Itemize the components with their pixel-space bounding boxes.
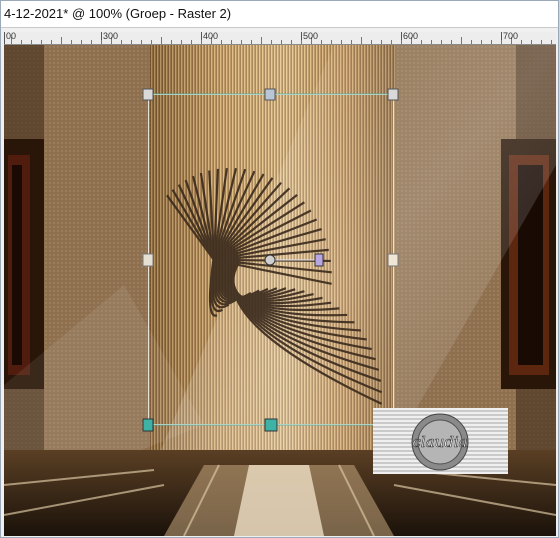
horizontal-ruler[interactable]: 00 300 400 500 600 700 (4, 32, 556, 45)
handle-bottom-left (142, 418, 154, 432)
ruler-label-600: 600 (403, 32, 419, 41)
ruler-ticks (4, 32, 552, 44)
image-canvas[interactable]: claudia (4, 45, 556, 536)
ruler-label-00: 00 (6, 32, 17, 41)
handle-bottom-center (264, 418, 278, 432)
ruler-label-500: 500 (303, 32, 319, 41)
handle-middle-left (142, 253, 154, 267)
title-bar[interactable]: 4-12-2021* @ 100% (Groep - Raster 2) (1, 1, 558, 28)
rotation-handle (314, 253, 324, 267)
handle-top-center (264, 88, 276, 101)
ruler-label-400: 400 (203, 32, 219, 41)
watermark-text: claudia (412, 433, 467, 451)
handle-middle-right (387, 253, 399, 267)
artwork: claudia (4, 45, 556, 536)
pivot-handle (264, 254, 276, 266)
document-title: 4-12-2021* @ 100% (Groep - Raster 2) (4, 6, 232, 21)
ruler-label-700: 700 (503, 32, 519, 41)
image-window: 4-12-2021* @ 100% (Groep - Raster 2) 00 … (0, 0, 559, 538)
handle-top-left (142, 88, 154, 101)
handle-top-right (387, 88, 399, 101)
left-pillar (4, 139, 44, 389)
ruler-label-300: 300 (103, 32, 119, 41)
watermark-logo: claudia (373, 408, 508, 474)
